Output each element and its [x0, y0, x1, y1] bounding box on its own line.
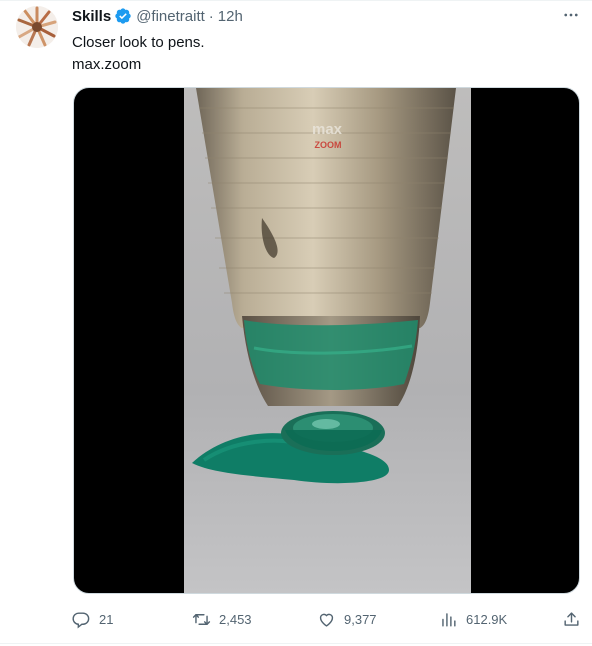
avatar[interactable] — [16, 6, 58, 48]
author-handle[interactable]: @finetraitt — [136, 8, 205, 25]
watermark-top: max — [312, 121, 343, 138]
pen-tip-closeup-image: max ZOOM — [184, 88, 471, 593]
bar-chart-icon — [442, 612, 456, 627]
repost-button[interactable]: 2,453 — [192, 605, 252, 633]
author-name[interactable]: Skills — [72, 8, 111, 25]
more-options-icon[interactable] — [558, 5, 584, 25]
tweet-time[interactable]: 12h — [218, 8, 243, 25]
tweet-actions: 21 2,453 9,377 612.9K — [72, 605, 584, 633]
like-count: 9,377 — [344, 611, 377, 627]
verified-badge-icon — [114, 7, 132, 25]
video-frame: max ZOOM — [184, 88, 471, 593]
avatar-pencils-image — [16, 6, 58, 48]
bottom-divider — [0, 643, 592, 644]
top-divider — [0, 0, 592, 1]
view-count: 612.9K — [466, 611, 508, 627]
repost-count: 2,453 — [219, 611, 252, 627]
tweet-text-line: Closer look to pens. — [72, 34, 205, 51]
tweet-header: Skills @finetraitt · 12h — [72, 6, 243, 26]
reply-icon — [72, 611, 90, 628]
reply-count: 21 — [99, 611, 114, 627]
separator-dot: · — [208, 7, 214, 25]
share-button[interactable] — [562, 605, 581, 633]
repost-icon — [192, 613, 211, 625]
like-button[interactable]: 9,377 — [317, 605, 377, 633]
heart-icon — [319, 613, 334, 627]
tweet-text: Closer look to pens. max.zoom — [72, 32, 205, 76]
tweet-text-line: max.zoom — [72, 56, 142, 73]
views-button[interactable]: 612.9K — [439, 605, 507, 633]
watermark-bottom: ZOOM — [315, 140, 342, 150]
video-media[interactable]: max ZOOM — [73, 87, 580, 594]
reply-button[interactable]: 21 — [72, 605, 113, 633]
share-icon — [564, 611, 579, 626]
